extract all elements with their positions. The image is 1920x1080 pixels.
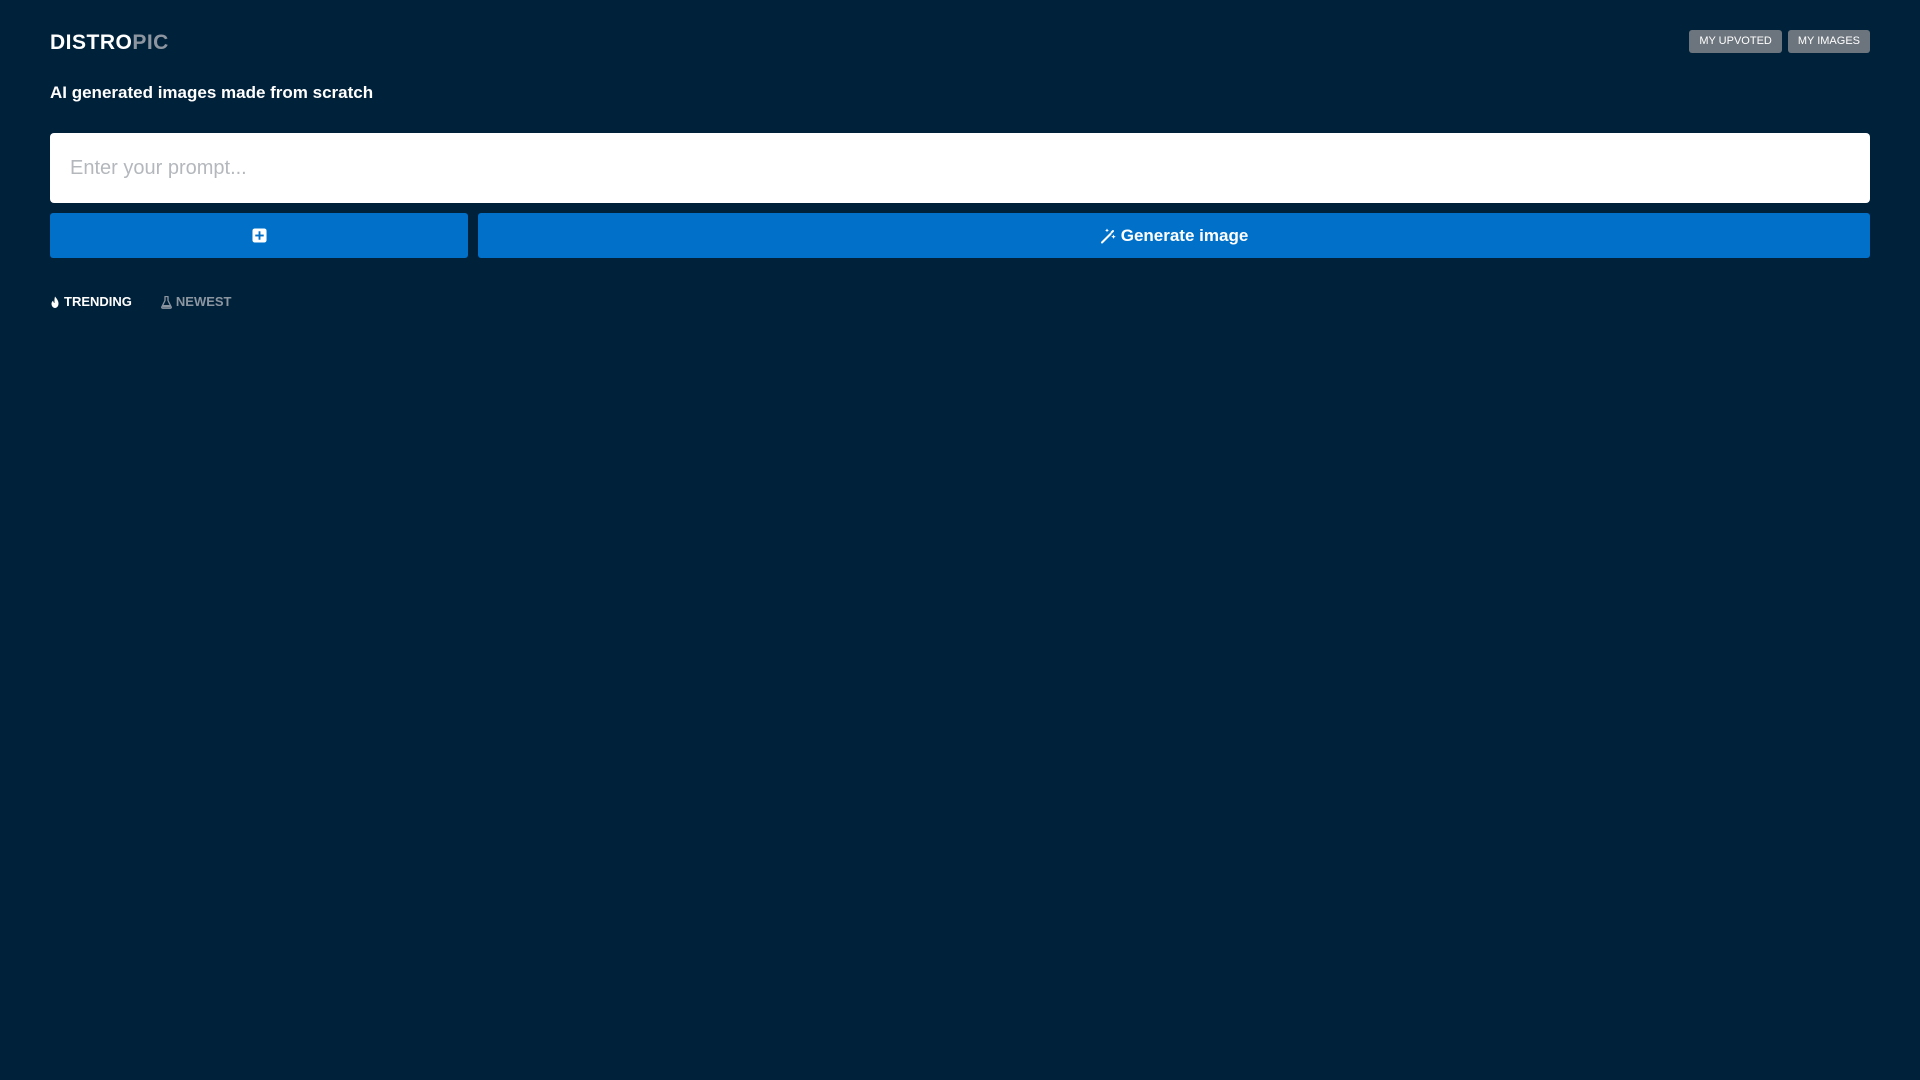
flask-icon (160, 295, 172, 309)
sort-tabs: TRENDING NEWEST (50, 292, 232, 312)
logo-primary-text: DISTRO (50, 31, 133, 54)
add-image-button[interactable] (50, 213, 468, 258)
my-upvoted-button[interactable]: MY UPVOTED (1689, 30, 1782, 53)
my-images-button[interactable]: MY IMAGES (1787, 30, 1870, 53)
tab-trending[interactable]: TRENDING (50, 292, 132, 312)
logo-secondary-text: PIC (132, 31, 169, 54)
generate-image-label: Generate image (1120, 225, 1249, 245)
tab-trending-label: TRENDING (64, 294, 132, 309)
tagline: AI generated images made from scratch (50, 83, 374, 102)
plus-square-icon (251, 228, 267, 243)
tab-newest[interactable]: NEWEST (160, 292, 232, 312)
header-buttons: MY UPVOTED MY IMAGES (1689, 30, 1870, 53)
magic-wand-icon (1100, 228, 1116, 244)
prompt-input[interactable] (50, 133, 1870, 203)
tab-newest-label: NEWEST (175, 294, 232, 309)
generate-image-button[interactable]: Generate image (478, 213, 1870, 258)
header: DISTROPIC MY UPVOTED MY IMAGES (50, 29, 1870, 55)
logo[interactable]: DISTROPIC (50, 31, 169, 55)
page: DISTROPIC MY UPVOTED MY IMAGES AI genera… (50, 0, 1870, 1080)
fire-icon (50, 296, 60, 309)
